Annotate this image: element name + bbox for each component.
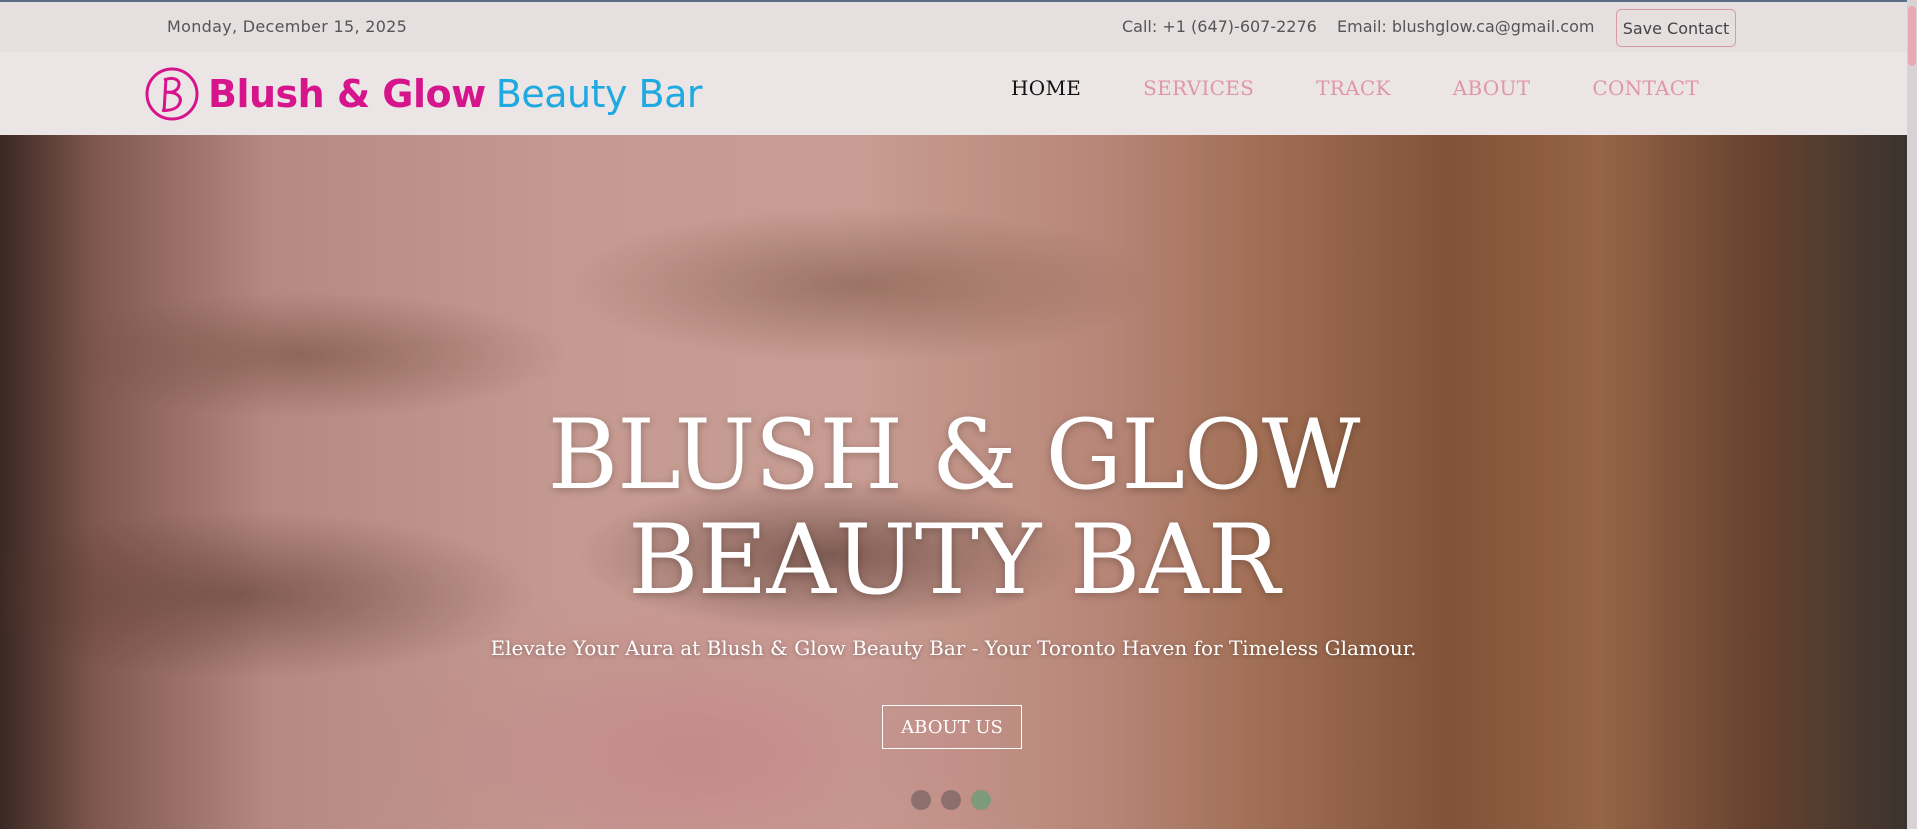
slider-dot-active[interactable] bbox=[971, 790, 991, 810]
top-info-bar: Monday, December 15, 2025 Call: +1 (647)… bbox=[0, 0, 1907, 52]
site-logo[interactable]: Blush & Glow Beauty Bar bbox=[144, 64, 703, 124]
nav-contact[interactable]: CONTACT bbox=[1592, 76, 1699, 100]
email-link[interactable]: Email: blushglow.ca@gmail.com bbox=[1337, 17, 1594, 36]
logo-name-part2: Beauty Bar bbox=[495, 72, 703, 116]
current-date: Monday, December 15, 2025 bbox=[167, 17, 408, 36]
slider-dots bbox=[911, 790, 991, 810]
hero-title-line1: BLUSH & GLOW bbox=[547, 399, 1361, 511]
scrollbar-thumb[interactable] bbox=[1908, 6, 1916, 66]
hero-title-line2: BEAUTY BAR bbox=[628, 504, 1280, 616]
phone-link[interactable]: Call: +1 (647)-607-2276 bbox=[1122, 17, 1317, 36]
slider-dot[interactable] bbox=[941, 790, 961, 810]
primary-nav: HOME SERVICES TRACK ABOUT CONTACT bbox=[949, 76, 1699, 100]
nav-services[interactable]: SERVICES bbox=[1143, 76, 1254, 100]
hero-title: BLUSH & GLOW BEAUTY BAR bbox=[0, 403, 1907, 613]
nav-track[interactable]: TRACK bbox=[1316, 76, 1391, 100]
save-contact-button[interactable]: Save Contact bbox=[1616, 9, 1736, 47]
slider-dot[interactable] bbox=[911, 790, 931, 810]
nav-home[interactable]: HOME bbox=[1011, 76, 1081, 100]
logo-name-part1: Blush & Glow bbox=[208, 72, 486, 116]
about-us-button[interactable]: ABOUT US bbox=[882, 705, 1022, 749]
hero-subtitle: Elevate Your Aura at Blush & Glow Beauty… bbox=[490, 636, 1417, 660]
bg-monogram-icon bbox=[145, 67, 199, 121]
main-navbar: Blush & Glow Beauty Bar HOME SERVICES TRA… bbox=[0, 52, 1907, 135]
page-scrollbar[interactable] bbox=[1907, 0, 1917, 829]
logo-wordmark: Blush & Glow Beauty Bar bbox=[208, 72, 703, 116]
nav-about[interactable]: ABOUT bbox=[1453, 76, 1531, 100]
hero-slider: BLUSH & GLOW BEAUTY BAR Elevate Your Aur… bbox=[0, 135, 1907, 829]
